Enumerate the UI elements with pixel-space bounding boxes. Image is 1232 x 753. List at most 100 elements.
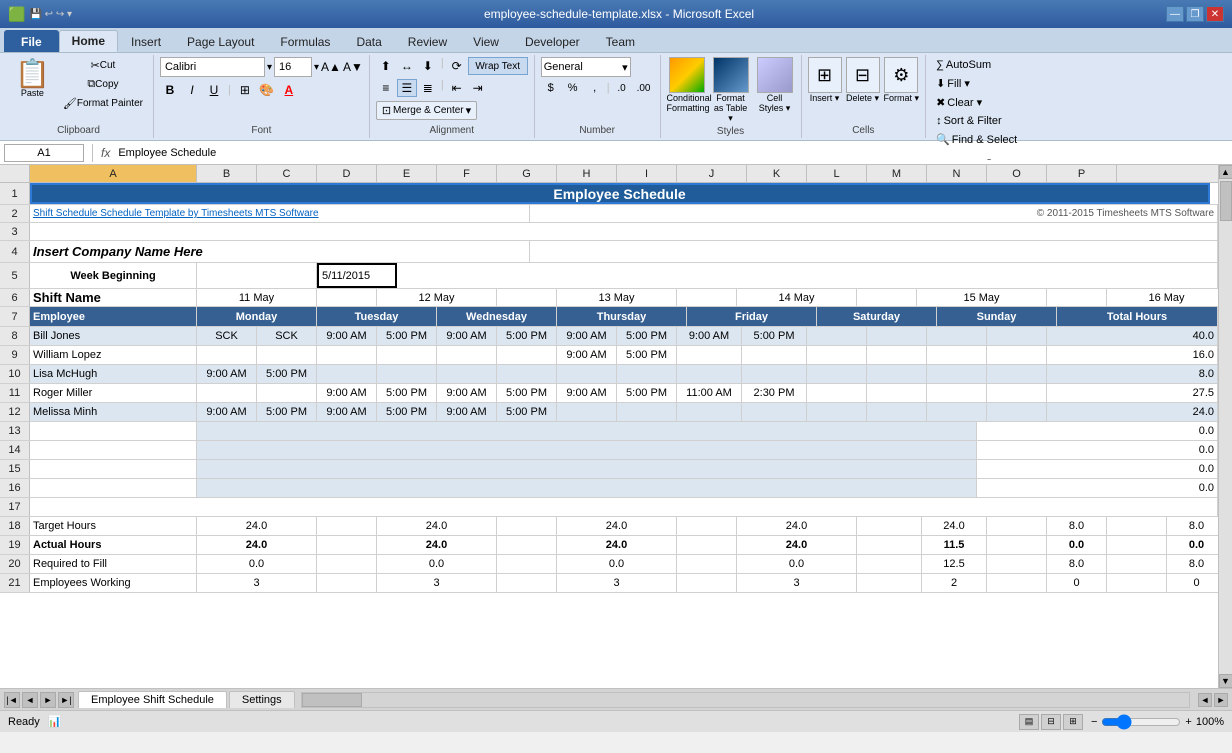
h-scroll-thumb[interactable] bbox=[302, 693, 362, 707]
format-table-btn[interactable]: Format as Table ▾ bbox=[711, 57, 751, 124]
cell-b20[interactable]: 0.0 bbox=[197, 555, 317, 573]
cell-a15[interactable] bbox=[30, 460, 197, 478]
wrap-text-btn[interactable]: Wrap Text bbox=[468, 57, 528, 75]
cell-l19[interactable]: 0.0 bbox=[1047, 536, 1107, 554]
cell-g10[interactable] bbox=[497, 365, 557, 383]
cell-a18[interactable]: Target Hours bbox=[30, 517, 197, 535]
format-cells-btn[interactable]: ⚙ Format ▾ bbox=[884, 57, 920, 104]
col-header-h[interactable]: H bbox=[557, 165, 617, 182]
cell-p14[interactable]: 0.0 bbox=[977, 441, 1218, 459]
tab-developer[interactable]: Developer bbox=[512, 30, 593, 52]
close-btn[interactable]: ✕ bbox=[1206, 6, 1224, 22]
cell-h6[interactable]: 14 May bbox=[737, 289, 857, 306]
cell-m21[interactable] bbox=[1107, 574, 1167, 592]
align-bottom-btn[interactable]: ⬇ bbox=[418, 57, 438, 75]
cell-a12[interactable]: Melissa Minh bbox=[30, 403, 197, 421]
cell-c20[interactable] bbox=[317, 555, 377, 573]
cell-d10[interactable] bbox=[317, 365, 377, 383]
cell-i19[interactable] bbox=[857, 536, 922, 554]
cell-o11[interactable] bbox=[987, 384, 1047, 402]
cell-n18[interactable]: 8.0 bbox=[1167, 517, 1218, 535]
align-left-btn[interactable]: ≡ bbox=[376, 79, 396, 97]
cell-k21[interactable] bbox=[987, 574, 1047, 592]
conditional-format-btn[interactable]: Conditional Formatting bbox=[667, 57, 707, 113]
cell-a21[interactable]: Employees Working bbox=[30, 574, 197, 592]
cell-h11[interactable]: 9:00 AM bbox=[557, 384, 617, 402]
col-header-g[interactable]: G bbox=[497, 165, 557, 182]
insert-cells-btn[interactable]: ⊞ Insert ▾ bbox=[808, 57, 842, 104]
cell-i18[interactable] bbox=[857, 517, 922, 535]
cell-e10[interactable] bbox=[377, 365, 437, 383]
merge-chevron[interactable]: ▾ bbox=[466, 104, 472, 117]
tab-nav-last[interactable]: ►| bbox=[58, 692, 74, 708]
sheet-tab-schedule[interactable]: Employee Shift Schedule bbox=[78, 691, 227, 708]
align-center-btn[interactable]: ☰ bbox=[397, 79, 417, 97]
col-header-e[interactable]: E bbox=[377, 165, 437, 182]
cell-j11[interactable]: 11:00 AM bbox=[677, 384, 742, 402]
cell-p8[interactable]: 40.0 bbox=[1047, 327, 1218, 345]
tab-file[interactable]: File bbox=[4, 30, 59, 52]
cell-p7[interactable]: Total Hours bbox=[1057, 307, 1218, 326]
hscroll-right-btn[interactable]: ► bbox=[1214, 693, 1228, 707]
hscroll-left-btn[interactable]: ◄ bbox=[1198, 693, 1212, 707]
cell-h7[interactable]: Thursday bbox=[557, 307, 687, 326]
tab-home[interactable]: Home bbox=[59, 30, 118, 52]
cell-c18[interactable] bbox=[317, 517, 377, 535]
cell-c9[interactable] bbox=[257, 346, 317, 364]
cell-d7[interactable]: Tuesday bbox=[317, 307, 437, 326]
minimize-btn[interactable]: — bbox=[1166, 6, 1184, 22]
cell-a14[interactable] bbox=[30, 441, 197, 459]
zoom-slider[interactable] bbox=[1101, 717, 1181, 727]
scroll-thumb[interactable] bbox=[1220, 181, 1232, 221]
cell-a9[interactable]: William Lopez bbox=[30, 346, 197, 364]
cell-j21[interactable]: 2 bbox=[922, 574, 987, 592]
tab-nav-next[interactable]: ► bbox=[40, 692, 56, 708]
cell-k11[interactable]: 2:30 PM bbox=[742, 384, 807, 402]
cell-f9[interactable] bbox=[437, 346, 497, 364]
cell-d8[interactable]: 9:00 AM bbox=[317, 327, 377, 345]
cell-j19[interactable]: 11.5 bbox=[922, 536, 987, 554]
decrease-indent-btn[interactable]: ⇤ bbox=[447, 79, 467, 97]
cell-a13[interactable] bbox=[30, 422, 197, 440]
col-header-f[interactable]: F bbox=[437, 165, 497, 182]
cell-e8[interactable]: 5:00 PM bbox=[377, 327, 437, 345]
tab-nav-prev[interactable]: ◄ bbox=[22, 692, 38, 708]
increase-decimal-btn[interactable]: .00 bbox=[634, 79, 654, 97]
align-middle-btn[interactable]: ↔ bbox=[397, 57, 417, 75]
cell-e9[interactable] bbox=[377, 346, 437, 364]
formula-input[interactable] bbox=[114, 147, 1228, 159]
col-header-a[interactable]: A bbox=[30, 165, 197, 182]
text-angle-btn[interactable]: ⟳ bbox=[447, 57, 467, 75]
cell-reference-box[interactable] bbox=[4, 144, 84, 162]
cell-f18[interactable]: 24.0 bbox=[557, 517, 677, 535]
font-size-input[interactable] bbox=[274, 57, 312, 77]
cell-g20[interactable] bbox=[677, 555, 737, 573]
cell-k6[interactable] bbox=[1047, 289, 1107, 306]
cell-n10[interactable] bbox=[927, 365, 987, 383]
cell-d18[interactable]: 24.0 bbox=[377, 517, 497, 535]
cell-b6[interactable]: 11 May bbox=[197, 289, 317, 306]
cell-m18[interactable] bbox=[1107, 517, 1167, 535]
cell-g18[interactable] bbox=[677, 517, 737, 535]
normal-view-btn[interactable]: ▤ bbox=[1019, 714, 1039, 730]
cell-e21[interactable] bbox=[497, 574, 557, 592]
cell-a7[interactable]: Employee bbox=[30, 307, 197, 326]
cell-f20[interactable]: 0.0 bbox=[557, 555, 677, 573]
cell-h8[interactable]: 9:00 AM bbox=[557, 327, 617, 345]
scroll-down-btn[interactable]: ▼ bbox=[1219, 674, 1232, 688]
cell-b19[interactable]: 24.0 bbox=[197, 536, 317, 554]
cell-c10[interactable]: 5:00 PM bbox=[257, 365, 317, 383]
zoom-minus-btn[interactable]: − bbox=[1091, 716, 1097, 728]
copy-button[interactable]: ⧉ Copy bbox=[59, 76, 147, 93]
font-color-button[interactable]: A bbox=[279, 81, 299, 99]
cell-k12[interactable] bbox=[742, 403, 807, 421]
cell-n12[interactable] bbox=[927, 403, 987, 421]
col-header-j[interactable]: J bbox=[677, 165, 747, 182]
cell-d11[interactable]: 9:00 AM bbox=[317, 384, 377, 402]
cell-n9[interactable] bbox=[927, 346, 987, 364]
cell-n21[interactable]: 0 bbox=[1167, 574, 1218, 592]
cell-d12[interactable]: 9:00 AM bbox=[317, 403, 377, 421]
cell-m10[interactable] bbox=[867, 365, 927, 383]
clear-btn[interactable]: ✖ Clear ▾ bbox=[932, 94, 986, 111]
cell-e6[interactable] bbox=[497, 289, 557, 306]
